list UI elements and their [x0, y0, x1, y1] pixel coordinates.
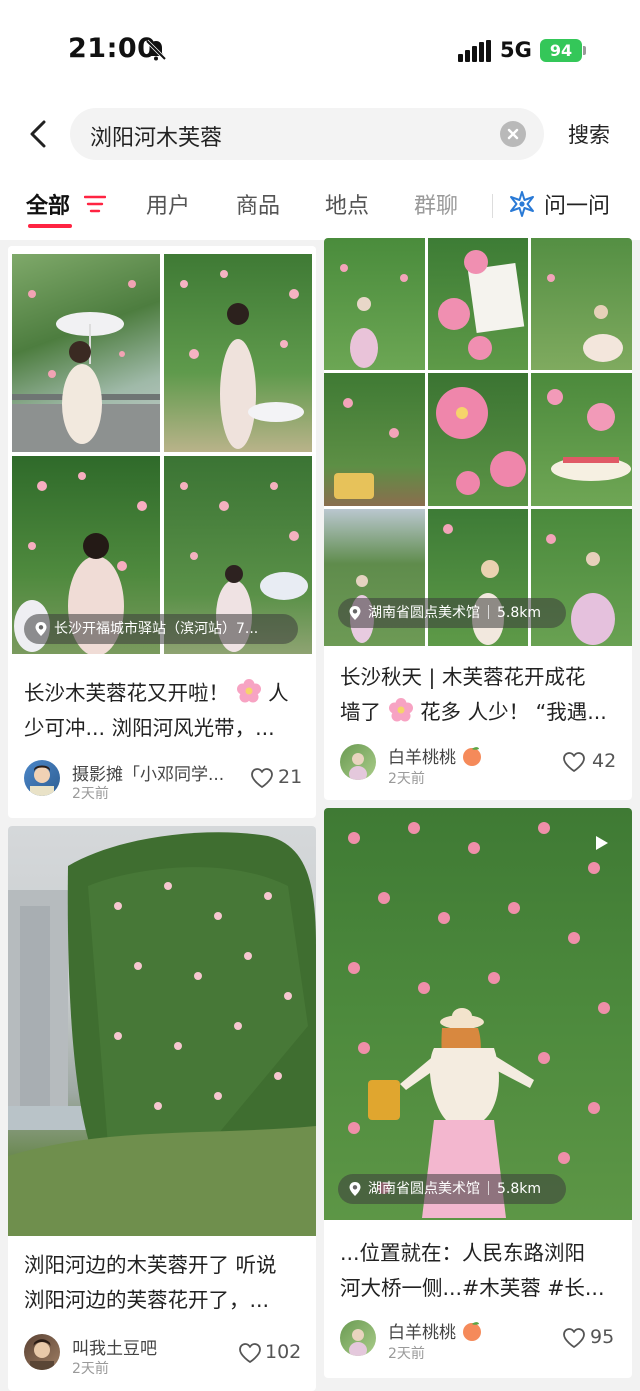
like-count: 21: [278, 766, 303, 788]
flower-emoji-icon: [236, 679, 261, 703]
like-count: 42: [592, 750, 617, 772]
post-time: 2天前: [388, 1346, 425, 1362]
author-name-text: 白羊桃桃: [388, 1323, 456, 1343]
network-label: 5G: [500, 38, 532, 62]
peach-emoji-icon: [463, 747, 482, 766]
post-title-line1: 长沙木芙蓉花又开啦！: [24, 681, 229, 705]
tab-products[interactable]: 商品: [236, 188, 280, 220]
avatar[interactable]: [24, 760, 60, 796]
bell-muted-icon: [145, 39, 167, 61]
post-card[interactable]: 长沙开福城市驿站（滨河站）7... 长沙木芙蓉花又开啦！ 人 少可冲... 浏阳…: [8, 246, 316, 818]
ask-star-icon[interactable]: [508, 190, 536, 218]
post-card[interactable]: 湖南省圆点美术馆 5.8km ...位置就在：人民东路浏阳 河大桥一侧...#木芙…: [324, 808, 632, 1378]
post-cover-image[interactable]: 长沙开福城市驿站（滨河站）7...: [8, 246, 316, 656]
tab-users[interactable]: 用户: [146, 188, 190, 220]
peach-emoji-icon: [463, 1322, 482, 1341]
filter-icon[interactable]: [84, 195, 106, 213]
location-distance: 5.8km: [497, 1181, 542, 1197]
tab-bar: 全部 用户 商品 地点 群聊 问一问: [0, 176, 640, 236]
photo-tile: [12, 254, 160, 452]
photo-tile: [324, 238, 425, 370]
location-pin-icon: [35, 622, 47, 636]
avatar[interactable]: [24, 1334, 60, 1370]
search-button[interactable]: 搜索: [568, 119, 610, 149]
location-badge[interactable]: 湖南省圆点美术馆 5.8km: [338, 598, 566, 628]
post-title-line2: 少可冲... 浏阳河风光带，...: [24, 716, 275, 740]
post-title-line1: 长沙秋天 | 木芙蓉花开成花: [340, 665, 586, 689]
post-title-line2: 河大桥一侧...#木芙蓉 #长...: [340, 1276, 605, 1300]
search-input[interactable]: 浏阳河木芙蓉: [70, 108, 544, 160]
tabs-divider: [492, 194, 493, 218]
badge-separator: [488, 605, 489, 619]
photo-tile: [428, 373, 528, 506]
location-badge[interactable]: 长沙开福城市驿站（滨河站）7...: [24, 614, 298, 644]
heart-icon[interactable]: [562, 1327, 586, 1349]
post-cover-image[interactable]: [8, 826, 316, 1236]
search-query-text: 浏阳河木芙蓉: [90, 126, 223, 151]
location-pin-icon: [349, 1182, 361, 1196]
like-count: 95: [590, 1326, 615, 1348]
author-name[interactable]: 摄影摊「小邓同学...: [72, 760, 248, 785]
post-title[interactable]: ...位置就在：人民东路浏阳 河大桥一侧...#木芙蓉 #长...: [340, 1236, 626, 1308]
back-arrow-icon[interactable]: [22, 114, 58, 154]
post-title[interactable]: 浏阳河边的木芙蓉开了 听说 浏阳河边的芙蓉花开了，...: [24, 1248, 310, 1320]
post-card[interactable]: 浏阳河边的木芙蓉开了 听说 浏阳河边的芙蓉花开了，... 叫我土豆吧 2天前 1…: [8, 826, 316, 1391]
tab-group-chats[interactable]: 群聊: [414, 188, 458, 220]
post-title[interactable]: 长沙秋天 | 木芙蓉花开成花 墙了 花多 人少！ “我遇...: [340, 660, 626, 732]
heart-icon[interactable]: [250, 767, 274, 789]
post-title-line2: 浏阳河边的芙蓉花开了，...: [24, 1288, 270, 1312]
post-title-line2: 墙了: [340, 700, 381, 724]
photo-tile: [324, 373, 425, 506]
ask-button-label[interactable]: 问一问: [544, 188, 610, 220]
location-distance: 5.8km: [497, 605, 542, 621]
tab-all[interactable]: 全部: [26, 188, 70, 220]
photo-tile: [164, 254, 312, 452]
post-title-line1: 浏阳河边的木芙蓉开了 听说: [24, 1253, 277, 1277]
author-name-text: 白羊桃桃: [388, 748, 456, 768]
location-name: 长沙开福城市驿站（滨河站）7...: [54, 621, 259, 637]
photo-tile: [531, 373, 632, 506]
play-icon[interactable]: [592, 834, 610, 852]
tab-places[interactable]: 地点: [325, 188, 369, 220]
flower-emoji-icon: [388, 698, 413, 722]
like-count: 102: [265, 1341, 302, 1363]
location-pin-icon: [349, 606, 361, 620]
photo-tile: [531, 238, 632, 370]
author-name[interactable]: 白羊桃桃: [388, 743, 528, 768]
signal-icon: [458, 40, 491, 62]
post-time: 2天前: [72, 786, 109, 802]
post-cover-image[interactable]: 湖南省圆点美术馆 5.8km: [324, 238, 632, 646]
avatar[interactable]: [340, 744, 376, 780]
post-cover-image[interactable]: 湖南省圆点美术馆 5.8km: [324, 808, 632, 1220]
post-time: 2天前: [388, 771, 425, 787]
heart-icon[interactable]: [238, 1342, 262, 1364]
clear-icon[interactable]: [500, 121, 526, 147]
author-name[interactable]: 白羊桃桃: [388, 1318, 528, 1343]
post-title-line2-end: 花多 人少！ “我遇...: [420, 700, 607, 724]
battery-cap: [583, 46, 586, 55]
author-name[interactable]: 叫我土豆吧: [72, 1334, 222, 1359]
battery-indicator: 94: [540, 39, 582, 62]
active-tab-indicator: [28, 224, 72, 228]
post-card[interactable]: 湖南省圆点美术馆 5.8km 长沙秋天 | 木芙蓉花开成花 墙了 花多 人少！ “…: [324, 238, 632, 800]
post-title[interactable]: 长沙木芙蓉花又开啦！ 人 少可冲... 浏阳河风光带，...: [24, 676, 310, 748]
status-bar: 21:00 5G 94: [0, 0, 640, 100]
avatar[interactable]: [340, 1320, 376, 1356]
photo-tile: [428, 238, 528, 370]
post-title-line1-end: 人: [268, 681, 289, 705]
location-name: 湖南省圆点美术馆: [368, 605, 480, 621]
location-name: 湖南省圆点美术馆: [368, 1181, 480, 1197]
post-time: 2天前: [72, 1361, 109, 1377]
location-badge[interactable]: 湖南省圆点美术馆 5.8km: [338, 1174, 566, 1204]
badge-separator: [488, 1181, 489, 1195]
heart-icon[interactable]: [562, 751, 586, 773]
post-title-line1: ...位置就在：人民东路浏阳: [340, 1241, 586, 1265]
